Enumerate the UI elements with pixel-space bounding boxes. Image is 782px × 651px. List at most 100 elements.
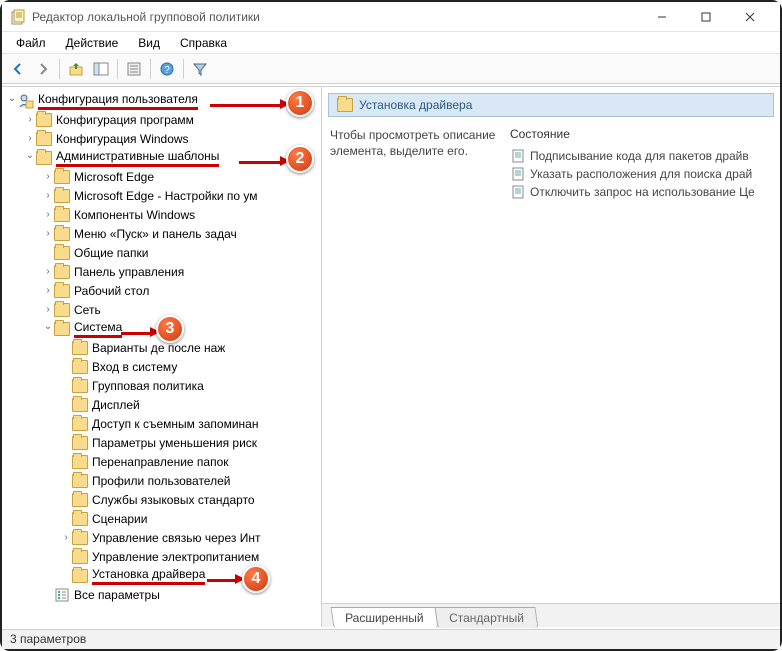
maximize-button[interactable] — [684, 2, 728, 32]
setting-label: Указать расположения для поиска драй — [530, 167, 752, 181]
tree-label: Перенаправление папок — [92, 455, 229, 469]
tree-label: Сценарии — [92, 512, 147, 526]
show-hide-tree-button[interactable] — [89, 57, 113, 81]
tree-node[interactable]: Меню «Пуск» и панель задач — [42, 224, 321, 243]
folder-icon — [54, 322, 70, 336]
folder-icon — [72, 455, 88, 469]
setting-item[interactable]: Подписывание кода для пакетов драйв — [510, 147, 772, 165]
setting-item[interactable]: Отключить запрос на использование Це — [510, 183, 772, 201]
tree-label: Сеть — [74, 303, 101, 317]
tree-node[interactable]: Компоненты Windows — [42, 205, 321, 224]
close-button[interactable] — [728, 2, 772, 32]
folder-icon — [72, 341, 88, 355]
tree-label: Панель управления — [74, 265, 184, 279]
toolbar-separator — [183, 59, 184, 79]
help-button[interactable]: ? — [155, 57, 179, 81]
tree-node[interactable]: Конфигурация Windows — [24, 129, 321, 148]
tree-label: Управление электропитанием — [92, 550, 259, 564]
tree-label: Конфигурация Windows — [56, 132, 189, 146]
back-button[interactable] — [6, 57, 30, 81]
tree-node[interactable]: Microsoft Edge - Настройки по ум — [42, 186, 321, 205]
folder-icon — [72, 417, 88, 431]
annotation-line — [207, 579, 237, 582]
tree-node[interactable]: Рабочий стол — [42, 281, 321, 300]
folder-icon — [54, 246, 70, 260]
tree-label: Microsoft Edge — [74, 170, 154, 184]
annotation-badge-4: 4 — [242, 565, 270, 593]
column-header-state[interactable]: Состояние — [510, 127, 772, 141]
tree-node[interactable]: Варианты де после наж — [60, 338, 321, 357]
filter-button[interactable] — [188, 57, 212, 81]
tree-node[interactable]: Сценарии — [60, 509, 321, 528]
tree-node[interactable]: Службы языковых стандарто — [60, 490, 321, 509]
folder-icon — [54, 170, 70, 184]
tree-label: Вход в систему — [92, 360, 177, 374]
tree-node-admin-templates[interactable]: Административные шаблоны — [24, 148, 321, 167]
folder-icon — [72, 550, 88, 564]
properties-button[interactable] — [122, 57, 146, 81]
menu-help[interactable]: Справка — [172, 34, 235, 52]
menu-action[interactable]: Действие — [58, 34, 127, 52]
folder-icon — [36, 132, 52, 146]
tree-label: Общие папки — [74, 246, 148, 260]
svg-text:?: ? — [164, 65, 170, 76]
folder-icon — [54, 208, 70, 222]
folder-icon — [72, 474, 88, 488]
tree-node[interactable]: Конфигурация программ — [24, 110, 321, 129]
setting-label: Подписывание кода для пакетов драйв — [530, 149, 749, 163]
tree-label: Конфигурация пользователя — [38, 92, 198, 110]
toolbar-separator — [150, 59, 151, 79]
tree-label: Система — [74, 320, 122, 338]
tree-label: Меню «Пуск» и панель задач — [74, 227, 237, 241]
menu-file[interactable]: Файл — [8, 34, 54, 52]
forward-button[interactable] — [31, 57, 55, 81]
tree-node[interactable]: Управление связью через Инт — [60, 528, 321, 547]
folder-icon — [72, 531, 88, 545]
folder-icon — [72, 398, 88, 412]
toolbar-separator — [117, 59, 118, 79]
tree-node-all-settings[interactable]: Все параметры — [42, 585, 321, 604]
annotation-line — [210, 104, 282, 107]
tree-label: Профили пользователей — [92, 474, 230, 488]
tree-node[interactable]: Перенаправление папок — [60, 452, 321, 471]
tree-label: Службы языковых стандарто — [92, 493, 255, 507]
annotation-line — [239, 161, 282, 164]
tree-label: Microsoft Edge - Настройки по ум — [74, 189, 258, 203]
tree-node[interactable]: Дисплей — [60, 395, 321, 414]
tree-label: Рабочий стол — [74, 284, 149, 298]
folder-icon — [36, 113, 52, 127]
tree-node[interactable]: Управление электропитанием — [60, 547, 321, 566]
app-icon — [10, 9, 26, 25]
setting-label: Отключить запрос на использование Це — [530, 185, 755, 199]
setting-item[interactable]: Указать расположения для поиска драй — [510, 165, 772, 183]
up-button[interactable] — [64, 57, 88, 81]
tree-node[interactable]: Профили пользователей — [60, 471, 321, 490]
tree-node[interactable]: Вход в систему — [60, 357, 321, 376]
tree-node[interactable]: Параметры уменьшения риск — [60, 433, 321, 452]
menu-view[interactable]: Вид — [130, 34, 168, 52]
tree-pane: Конфигурация пользователя Конфигурация п… — [2, 87, 322, 627]
details-hint: Чтобы просмотреть описание элемента, выд… — [330, 127, 500, 159]
policy-icon — [510, 166, 526, 182]
tree-node[interactable]: Панель управления — [42, 262, 321, 281]
menu-bar: Файл Действие Вид Справка — [2, 32, 780, 54]
folder-icon — [54, 284, 70, 298]
tree-node[interactable]: Сеть — [42, 300, 321, 319]
tree-node-user-config[interactable]: Конфигурация пользователя — [6, 91, 321, 110]
tree-label: Групповая политика — [92, 379, 204, 393]
tree-node[interactable]: Групповая политика — [60, 376, 321, 395]
tree-node-driver-install[interactable]: Установка драйвера — [60, 566, 321, 585]
title-bar: Редактор локальной групповой политики — [2, 2, 780, 32]
tree-node[interactable]: Microsoft Edge — [42, 167, 321, 186]
minimize-button[interactable] — [640, 2, 684, 32]
tree-node[interactable]: Общие папки — [42, 243, 321, 262]
annotation-badge-1: 1 — [286, 89, 314, 117]
tree-label: Дисплей — [92, 398, 140, 412]
tree-node[interactable]: Доступ к съемным запоминан — [60, 414, 321, 433]
tab-extended[interactable]: Расширенный — [331, 607, 438, 628]
status-text: 3 параметров — [10, 632, 86, 646]
tab-standard[interactable]: Стандартный — [434, 607, 538, 628]
toolbar-separator — [59, 59, 60, 79]
folder-icon — [54, 227, 70, 241]
user-config-icon — [18, 93, 34, 109]
